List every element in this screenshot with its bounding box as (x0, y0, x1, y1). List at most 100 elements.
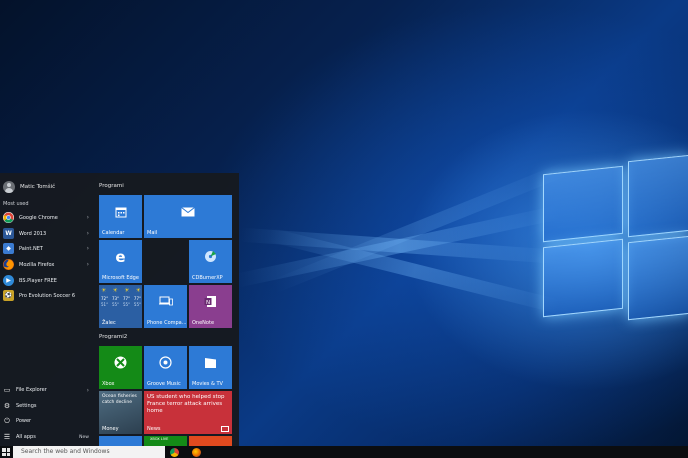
xbox-icon (99, 346, 142, 379)
power-button[interactable]: ⏻ Power (3, 415, 89, 427)
app-label: Paint.NET (19, 245, 43, 252)
groove-icon (144, 346, 187, 379)
chevron-right-icon[interactable]: › (87, 261, 89, 268)
tile-groove-music[interactable]: Groove Music (144, 346, 187, 389)
power-label: Power (16, 418, 32, 424)
app-label: Mozilla Firefox (19, 261, 55, 268)
xbox-live-label: XBOX LIVE (150, 437, 169, 441)
app-label: Pro Evolution Soccer 6 (19, 292, 76, 299)
search-input[interactable]: Search the web and Windows (13, 446, 165, 458)
tile-label: CDBurnerXP (192, 275, 223, 281)
pes-icon: ⚽ (3, 290, 14, 301)
tile-xbox[interactable]: Xbox (99, 346, 142, 389)
weather-low: 55° (111, 302, 120, 307)
settings-label: Settings (16, 403, 37, 409)
weather-low: 55° (133, 302, 141, 307)
app-pro-evolution-soccer[interactable]: ⚽ Pro Evolution Soccer 6 (3, 289, 89, 302)
tile-calendar[interactable]: Calendar (99, 195, 142, 238)
app-label: Word 2013 (19, 230, 47, 237)
app-label: Google Chrome (19, 214, 58, 221)
news-headline: US student who helped stop France terror… (147, 394, 225, 414)
group-label-programi: Programi (99, 183, 124, 189)
tile-label: OneNote (192, 320, 215, 326)
windows-start-button[interactable] (2, 448, 10, 456)
tile-label: Microsoft Edge (102, 275, 139, 281)
chevron-right-icon[interactable]: › (87, 387, 89, 394)
chrome-icon (3, 212, 14, 223)
new-badge: New (79, 434, 89, 440)
windows-logo (540, 150, 688, 330)
weather-temp: 72° (101, 296, 109, 301)
cd-icon (189, 240, 232, 273)
tile-phone-companion[interactable]: Phone Compa... (144, 285, 187, 328)
start-menu: Matic Tomšič Most used Google Chrome › W… (0, 173, 239, 446)
tile-onenote[interactable]: N OneNote (189, 285, 232, 328)
paintnet-icon: ◆ (3, 243, 14, 254)
app-google-chrome[interactable]: Google Chrome › (3, 211, 89, 224)
app-label: BS.Player FREE (19, 277, 57, 284)
chevron-right-icon[interactable]: › (87, 230, 89, 237)
tile-cdburnerxp[interactable]: CDBurnerXP (189, 240, 232, 283)
clapperboard-icon (189, 346, 232, 379)
taskbar: Search the web and Windows (0, 446, 688, 458)
folder-icon: ▭ (3, 386, 11, 394)
weather-low: 51° (101, 302, 109, 307)
tile-label: Movies & TV (192, 381, 223, 387)
tile-microsoft-edge[interactable]: e Microsoft Edge (99, 240, 142, 283)
weather-low: 55° (122, 302, 131, 307)
file-explorer-label: File Explorer (16, 387, 47, 393)
list-icon: ☰ (3, 433, 11, 441)
app-word-2013[interactable]: W Word 2013 › (3, 227, 89, 240)
tile-label: Žalec (102, 320, 116, 326)
weather-temp: 73° (111, 296, 120, 301)
tile-mail[interactable]: Mail (144, 195, 232, 238)
power-icon: ⏻ (4, 416, 10, 425)
chevron-right-icon[interactable]: › (87, 214, 89, 221)
calendar-icon (99, 195, 142, 228)
chrome-icon[interactable] (170, 448, 179, 457)
firefox-icon[interactable] (192, 448, 201, 457)
user-account[interactable]: Matic Tomšič (3, 180, 55, 194)
sun-icon: ☀ (112, 287, 118, 294)
app-bs-player[interactable]: ▶ BS.Player FREE (3, 274, 89, 287)
app-paint-net[interactable]: ◆ Paint.NET › (3, 242, 89, 255)
onenote-icon: N (189, 285, 232, 318)
money-headline: Ocean fisheries catch decline (102, 394, 137, 405)
tile-label: Calendar (102, 230, 125, 236)
tile-label: Groove Music (147, 381, 181, 387)
mail-icon (144, 195, 232, 228)
sun-icon: ☀ (135, 287, 141, 294)
firefox-icon (3, 259, 14, 270)
chevron-right-icon[interactable]: › (87, 245, 89, 252)
tile-money[interactable]: Ocean fisheries catch decline Money (99, 391, 142, 434)
search-placeholder: Search the web and Windows (21, 448, 110, 455)
weather-temp: 77° (133, 296, 141, 301)
sun-icon: ☀ (101, 287, 107, 294)
app-mozilla-firefox[interactable]: Mozilla Firefox › (3, 258, 89, 271)
word-icon: W (3, 228, 14, 239)
tile-news[interactable]: US student who helped stop France terror… (144, 391, 232, 434)
bsplayer-icon: ▶ (3, 275, 14, 286)
weather-temp: 77° (122, 296, 131, 301)
sun-icon: ☀ (124, 287, 130, 294)
phone-laptop-icon (144, 285, 187, 318)
svg-text:N: N (206, 300, 210, 306)
file-explorer-button[interactable]: ▭ File Explorer › (3, 384, 89, 396)
tile-partial-3[interactable] (189, 436, 232, 446)
avatar (3, 181, 15, 193)
tile-movies-tv[interactable]: Movies & TV (189, 346, 232, 389)
all-apps-label: All apps (16, 434, 36, 440)
tile-partial-1[interactable] (99, 436, 142, 446)
tile-label: Phone Compa... (147, 320, 187, 326)
tile-weather[interactable]: ☀ ☀ ☀ ☀ 72° 73° 77° 77° 51° 55° 55° 55° … (99, 285, 142, 328)
tile-xbox-live[interactable]: XBOX LIVE (144, 436, 187, 446)
settings-button[interactable]: ⚙ Settings (3, 400, 89, 412)
start-left-column: Matic Tomšič Most used Google Chrome › W… (0, 173, 94, 446)
tile-label: Mail (147, 230, 158, 236)
edge-icon: e (115, 247, 126, 266)
all-apps-button[interactable]: ☰ All apps New (3, 431, 89, 443)
tile-label: Money (102, 426, 119, 432)
group-label-programi2: Programi2 (99, 334, 128, 340)
gear-icon: ⚙ (3, 402, 11, 410)
user-name: Matic Tomšič (20, 184, 56, 190)
